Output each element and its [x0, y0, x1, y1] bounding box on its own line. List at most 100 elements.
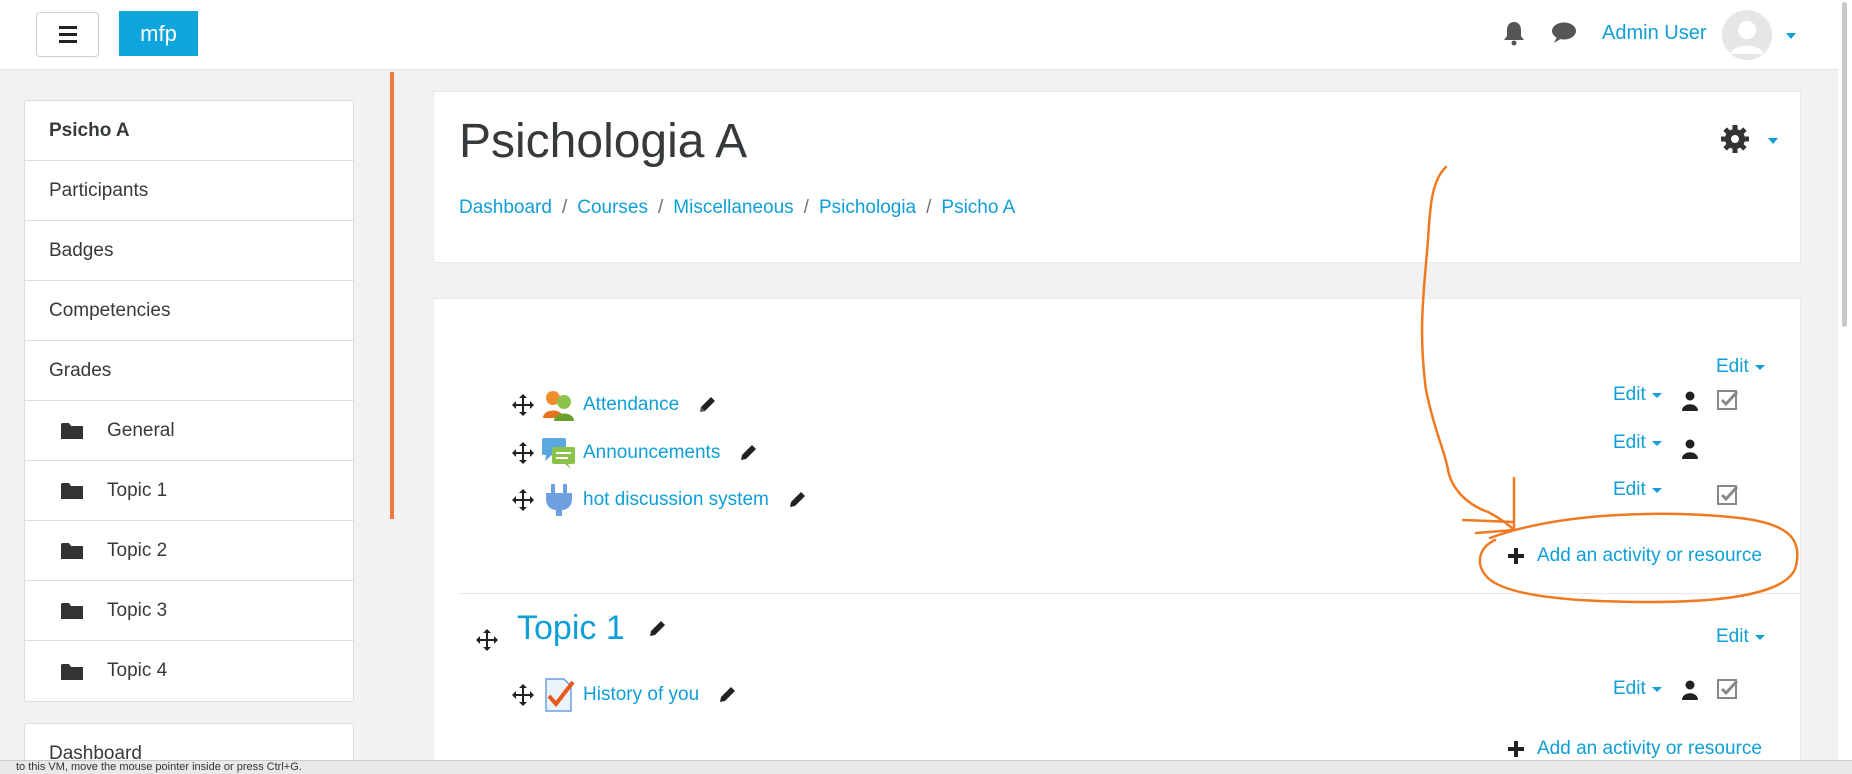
sidebar-item-label: Participants — [49, 179, 149, 201]
add-activity-label: Add an activity or resource — [1537, 545, 1762, 566]
sidebar-item-grades[interactable]: Grades — [25, 341, 353, 401]
sidebar-item-label: General — [107, 419, 175, 441]
breadcrumb-psichologia[interactable]: Psichologia — [819, 197, 916, 219]
add-activity-label: Add an activity or resource — [1537, 738, 1762, 759]
breadcrumb-courses[interactable]: Courses — [577, 197, 648, 219]
move-icon[interactable] — [475, 628, 499, 652]
sidebar-nav: Psicho A Participants Badges Competencie… — [24, 100, 354, 774]
person-icon[interactable] — [1681, 680, 1699, 700]
add-activity-button[interactable]: Add an activity or resource — [1508, 738, 1762, 760]
activity-edit-menu[interactable]: Edit — [1613, 432, 1662, 454]
activity-link[interactable]: hot discussion system — [583, 489, 769, 511]
page-title: Psichologia A — [459, 115, 748, 168]
caret-down-icon[interactable] — [1768, 138, 1778, 144]
completion-check-icon[interactable] — [1717, 678, 1739, 700]
sidebar-item-label: Topic 1 — [107, 479, 168, 501]
sidebar-item-topic-1[interactable]: Topic 1 — [25, 461, 353, 521]
status-text: to this VM, move the mouse pointer insid… — [16, 761, 302, 773]
folder-icon — [61, 423, 83, 439]
pencil-icon[interactable] — [647, 619, 667, 639]
sidebar-item-badges[interactable]: Badges — [25, 221, 353, 281]
caret-down-icon — [1754, 364, 1765, 370]
pencil-icon[interactable] — [717, 685, 737, 705]
page-header: Psichologia A Dashboard / Courses / Misc… — [433, 91, 1801, 263]
chat-icon[interactable] — [1551, 21, 1577, 45]
sidebar-item-course[interactable]: Psicho A — [25, 101, 353, 161]
breadcrumb-miscellaneous[interactable]: Miscellaneous — [673, 197, 793, 219]
move-icon[interactable] — [511, 488, 535, 512]
person-icon[interactable] — [1681, 391, 1699, 411]
edit-label: Edit — [1613, 432, 1646, 453]
completion-check-icon[interactable] — [1717, 484, 1739, 506]
menu-toggle-button[interactable] — [36, 12, 99, 57]
scrollbar-thumb[interactable] — [1842, 2, 1847, 327]
add-activity-button[interactable]: Add an activity or resource — [1508, 545, 1762, 567]
menu-icon — [58, 24, 77, 45]
user-menu-name[interactable]: Admin User — [1602, 22, 1706, 45]
section-edit-menu[interactable]: Edit — [1716, 626, 1765, 648]
sidebar-item-label: Grades — [49, 359, 112, 381]
pencil-icon[interactable] — [787, 490, 807, 510]
breadcrumb-separator: / — [657, 197, 664, 218]
section-link[interactable]: Topic 1 — [517, 609, 625, 648]
plus-icon — [1508, 548, 1524, 564]
plus-icon — [1508, 741, 1524, 757]
edit-label: Edit — [1613, 384, 1646, 405]
sidebar-item-general[interactable]: General — [25, 401, 353, 461]
sidebar-item-label: Psicho A — [49, 119, 130, 141]
breadcrumb-separator: / — [561, 197, 568, 218]
plugin-icon — [546, 484, 572, 516]
page-scrollbar[interactable] — [1838, 0, 1852, 774]
activity-edit-menu[interactable]: Edit — [1613, 678, 1662, 700]
sidebar-item-competencies[interactable]: Competencies — [25, 281, 353, 341]
sidebar-item-topic-4[interactable]: Topic 4 — [25, 641, 353, 701]
bell-icon[interactable] — [1503, 20, 1525, 46]
move-icon[interactable] — [511, 683, 535, 707]
activity-edit-menu[interactable]: Edit — [1613, 384, 1662, 406]
navbar: mfp Admin User — [0, 0, 1852, 70]
gear-icon[interactable] — [1720, 124, 1750, 154]
completion-check-icon[interactable] — [1717, 389, 1739, 411]
section-edit-menu[interactable]: Edit — [1716, 356, 1765, 378]
vm-status-bar: to this VM, move the mouse pointer insid… — [0, 760, 1852, 774]
activity-link[interactable]: History of you — [583, 684, 699, 706]
edit-label: Edit — [1613, 678, 1646, 699]
section-divider — [458, 593, 1801, 594]
activity-history-of-you: History of you — [511, 678, 737, 712]
breadcrumb: Dashboard / Courses / Miscellaneous / Ps… — [459, 197, 1015, 219]
attendance-icon — [543, 391, 574, 421]
sidebar-item-topic-3[interactable]: Topic 3 — [25, 581, 353, 641]
activity-attendance: Attendance — [511, 388, 717, 422]
edit-label: Edit — [1613, 479, 1646, 500]
folder-icon — [61, 543, 83, 559]
caret-down-icon[interactable] — [1786, 33, 1796, 39]
activity-link[interactable]: Attendance — [583, 394, 679, 416]
pencil-icon[interactable] — [738, 443, 758, 463]
avatar[interactable] — [1722, 10, 1772, 60]
move-icon[interactable] — [511, 393, 535, 417]
activity-announcements: Announcements — [511, 436, 758, 470]
sidebar-item-participants[interactable]: Participants — [25, 161, 353, 221]
sidebar-item-label: Topic 3 — [107, 599, 168, 621]
caret-down-icon — [1754, 634, 1765, 640]
sidebar-scrollbar[interactable] — [390, 72, 394, 519]
sidebar-item-label: Badges — [49, 239, 114, 261]
breadcrumb-dashboard[interactable]: Dashboard — [459, 197, 552, 219]
sidebar-item-label: Topic 4 — [107, 660, 168, 681]
site-brand[interactable]: mfp — [119, 11, 198, 56]
breadcrumb-separator: / — [803, 197, 809, 218]
assignment-icon — [545, 678, 575, 712]
sidebar-item-label: Topic 2 — [107, 539, 168, 561]
folder-icon — [61, 603, 83, 619]
activity-edit-menu[interactable]: Edit — [1613, 479, 1662, 501]
pencil-icon[interactable] — [697, 395, 717, 415]
folder-icon — [61, 663, 83, 680]
section-title-topic-1: Topic 1 — [517, 609, 667, 648]
breadcrumb-psicho-a[interactable]: Psicho A — [941, 197, 1015, 219]
activity-hot-discussion-system: hot discussion system — [511, 483, 807, 517]
person-icon[interactable] — [1681, 439, 1699, 459]
activity-link[interactable]: Announcements — [583, 442, 720, 464]
course-nav-list: Psicho A Participants Badges Competencie… — [24, 100, 354, 702]
sidebar-item-topic-2[interactable]: Topic 2 — [25, 521, 353, 581]
move-icon[interactable] — [511, 441, 535, 465]
